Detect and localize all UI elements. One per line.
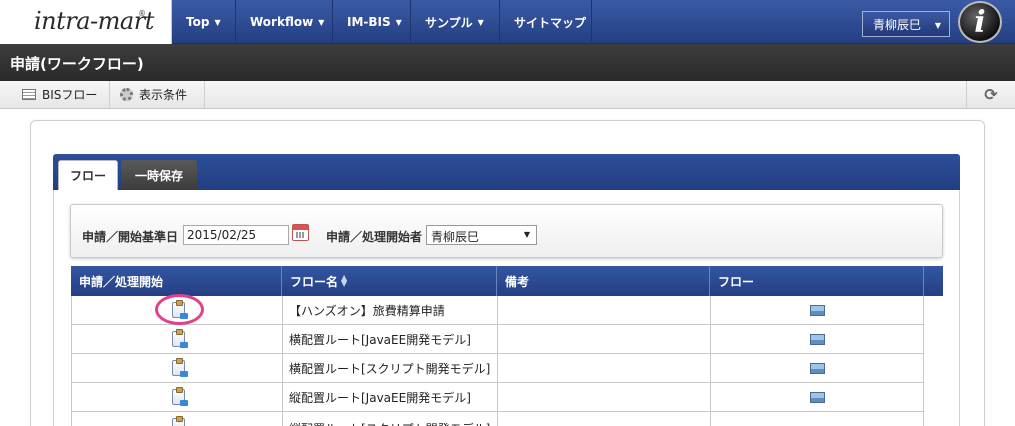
nav-item-im-bis[interactable]: IM-BIS ▼ (333, 0, 411, 44)
note-cell (497, 383, 710, 412)
apply-clipboard-icon[interactable] (172, 387, 188, 406)
refresh-icon: ⟳ (984, 85, 998, 104)
nav-item-label: サンプル (425, 15, 473, 30)
toolbar: BISフロー 表示条件 ⟳ (0, 81, 1015, 109)
highlight-circle (155, 294, 204, 325)
note-cell (497, 325, 710, 354)
nav-item-sample[interactable]: サンプル ▼ (411, 0, 500, 44)
user-name: 青柳辰巳 (873, 17, 922, 32)
caret-down-icon: ▼ (934, 21, 941, 30)
column-header-flow: フロー (710, 266, 924, 296)
logo-text: intra-mart (34, 7, 154, 35)
nav-item-label: Top (186, 15, 210, 29)
calendar-icon[interactable] (292, 224, 309, 241)
avatar[interactable]: i (958, 1, 1002, 43)
nav-item-workflow[interactable]: Workflow ▼ (236, 0, 333, 44)
flow-image-icon[interactable] (810, 392, 825, 403)
apply-clipboard-icon[interactable] (172, 416, 185, 426)
flow-cell (710, 325, 924, 354)
flow-cell (710, 296, 924, 325)
caret-down-icon: ▼ (523, 230, 530, 239)
flow-name-cell: 縦配置ルート[JavaEE開発モデル] (282, 383, 497, 412)
flow-cell (710, 354, 924, 383)
flow-image-icon[interactable] (810, 363, 825, 374)
column-header-start: 申請／処理開始 (71, 266, 282, 296)
flow-cell (710, 412, 924, 426)
apply-clipboard-icon[interactable] (172, 329, 188, 348)
column-header-note: 備考 (497, 266, 710, 296)
caret-down-icon: ▼ (395, 17, 402, 27)
start-cell (71, 412, 282, 426)
note-cell (497, 354, 710, 383)
table-row: 横配置ルート[スクリプト開発モデル] (71, 354, 924, 383)
flow-name-cell: 横配置ルート[JavaEE開発モデル] (282, 325, 497, 354)
flow-name-cell: 縦配置ルート[スクリプト開発モデル] (282, 412, 497, 426)
table-row: 横配置ルート[JavaEE開発モデル] (71, 325, 924, 354)
display-conditions-button[interactable]: 表示条件 (110, 81, 205, 108)
note-cell (497, 412, 710, 426)
avatar-letter: i (974, 4, 986, 40)
tab-temporary-save[interactable]: 一時保存 (121, 160, 197, 190)
column-header-label: 申請／処理開始 (79, 274, 164, 289)
flow-image-icon[interactable] (810, 334, 825, 345)
sort-icon[interactable]: ▲ ▼ (341, 274, 347, 288)
applicant-value: 青柳辰巳 (431, 230, 480, 244)
column-header-label: フロー (718, 274, 755, 289)
table-row: 縦配置ルート[JavaEE開発モデル] (71, 383, 924, 412)
applicant-select[interactable]: 青柳辰巳 ▼ (426, 225, 537, 245)
column-header-flow-name[interactable]: フロー名 ▲ ▼ (282, 266, 497, 296)
start-cell (71, 383, 282, 412)
gear-icon (120, 88, 133, 101)
nav-item-top[interactable]: Top ▼ (172, 0, 236, 44)
base-date-label: 申請／開始基準日 (82, 230, 179, 244)
nav-item-label: Workflow (250, 15, 314, 29)
nav-item-label: IM-BIS (347, 15, 391, 29)
column-header-label: 備考 (505, 274, 530, 289)
bis-flow-button[interactable]: BISフロー (12, 81, 110, 108)
start-cell (71, 354, 282, 383)
display-conditions-label: 表示条件 (139, 88, 188, 102)
apply-clipboard-icon[interactable] (172, 358, 188, 377)
table-row: 縦配置ルート[スクリプト開発モデル] (71, 412, 924, 426)
user-menu-select[interactable]: 青柳辰巳 ▼ (862, 11, 950, 37)
page-title: 申請(ワークフロー) (0, 44, 1015, 81)
list-icon (22, 89, 36, 100)
base-date-input[interactable]: 2015/02/25 (183, 225, 289, 245)
nav-item-label: サイトマップ (514, 15, 587, 30)
logo[interactable]: intra-mart ® (0, 0, 172, 44)
start-cell (71, 325, 282, 354)
logo-registered-mark: ® (138, 9, 146, 18)
flow-name-cell: 横配置ルート[スクリプト開発モデル] (282, 354, 497, 383)
flow-image-icon[interactable] (810, 305, 825, 316)
note-cell (497, 296, 710, 325)
applicant-label: 申請／処理開始者 (326, 230, 423, 244)
tab-flow[interactable]: フロー (58, 160, 118, 190)
nav-item-sitemap[interactable]: サイトマップ (500, 0, 592, 44)
caret-down-icon: ▼ (477, 17, 484, 27)
flow-name-cell: 【ハンズオン】旅費精算申請 (282, 296, 497, 325)
flow-cell (710, 383, 924, 412)
caret-down-icon: ▼ (214, 17, 221, 27)
caret-down-icon: ▼ (318, 17, 325, 27)
bis-flow-label: BISフロー (42, 88, 98, 102)
refresh-button[interactable]: ⟳ (966, 81, 1015, 108)
column-header-label: フロー名 (290, 274, 339, 289)
